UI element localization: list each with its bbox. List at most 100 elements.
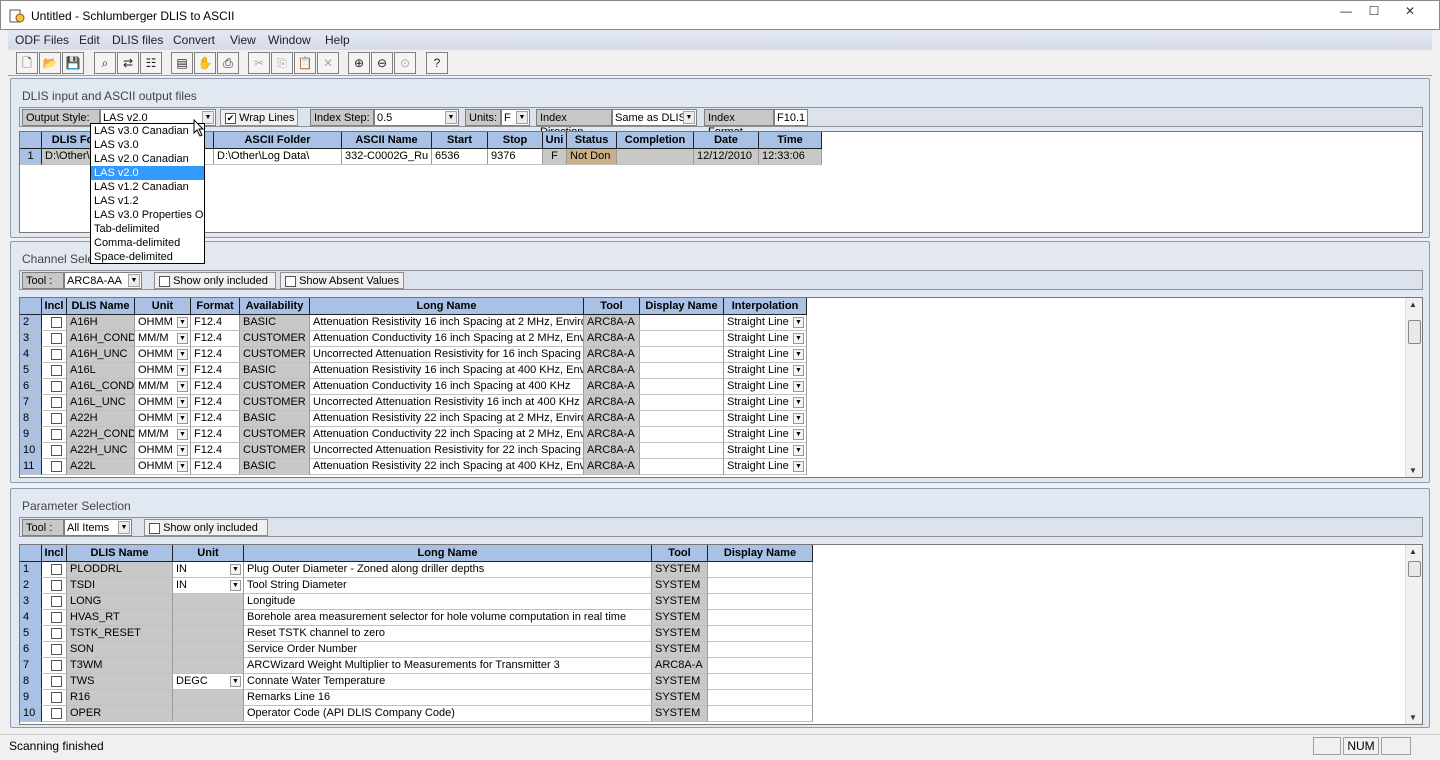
units-select[interactable]: F ▼ [501, 109, 530, 126]
incl-cell[interactable] [42, 642, 67, 658]
include-checkbox[interactable] [51, 316, 62, 328]
display-name-cell[interactable] [708, 658, 813, 674]
unit-cell[interactable] [173, 642, 244, 658]
include-checkbox[interactable] [51, 579, 62, 591]
chevron-down-icon[interactable]: ▼ [516, 111, 528, 124]
incl-cell[interactable] [42, 594, 67, 610]
format-cell[interactable]: F12.4 [191, 459, 240, 475]
format-cell[interactable]: F12.4 [191, 363, 240, 379]
unit-cell[interactable]: OHMM ▼ [135, 315, 191, 331]
show-absent-check[interactable] [285, 275, 296, 287]
include-checkbox[interactable] [51, 428, 62, 440]
scroll-down-icon[interactable]: ▼ [1409, 466, 1417, 475]
unit-cell[interactable] [173, 610, 244, 626]
include-checkbox[interactable] [51, 380, 62, 392]
format-cell[interactable]: F12.4 [191, 379, 240, 395]
unit-cell[interactable] [173, 658, 244, 674]
scroll-down-icon[interactable]: ▼ [1409, 713, 1417, 722]
menu-dlis-files[interactable]: DLIS files [112, 33, 163, 47]
display-name-cell[interactable] [708, 594, 813, 610]
chevron-down-icon[interactable]: ▼ [793, 349, 804, 360]
chevron-down-icon[interactable]: ▼ [445, 111, 457, 124]
unit-cell[interactable] [173, 594, 244, 610]
cut-button[interactable]: ✂ [248, 52, 270, 74]
incl-cell[interactable] [42, 610, 67, 626]
ascii-folder-cell[interactable]: D:\Other\Log Data\ [214, 149, 342, 165]
format-cell[interactable]: F12.4 [191, 427, 240, 443]
unit-cell[interactable]: DEGC ▼ [173, 674, 244, 690]
display-name-cell[interactable] [640, 459, 724, 475]
zoom-fit-button[interactable]: ⊙ [394, 52, 416, 74]
channel-show-included-check[interactable] [159, 275, 170, 287]
open-folder-button[interactable]: 📂 [39, 52, 61, 74]
chevron-down-icon[interactable]: ▼ [793, 429, 804, 440]
unit-cell[interactable]: OHMM ▼ [135, 395, 191, 411]
interpolation-cell[interactable]: Straight Line ▼ [724, 347, 807, 363]
unit-cell[interactable]: OHMM ▼ [135, 347, 191, 363]
display-name-cell[interactable] [708, 642, 813, 658]
unit-cell[interactable] [173, 626, 244, 642]
interpolation-cell[interactable]: Straight Line ▼ [724, 459, 807, 475]
menu-convert[interactable]: Convert [173, 33, 215, 47]
interpolation-cell[interactable]: Straight Line ▼ [724, 315, 807, 331]
interpolation-cell[interactable]: Straight Line ▼ [724, 363, 807, 379]
incl-cell[interactable] [42, 690, 67, 706]
incl-cell[interactable] [42, 395, 67, 411]
unit-cell[interactable]: OHMM ▼ [135, 363, 191, 379]
incl-cell[interactable] [42, 562, 67, 578]
index-direction-select[interactable]: Same as DLIS ▼ [612, 109, 697, 126]
output-style-option[interactable]: LAS v3.0 [91, 138, 204, 152]
parameter-show-included-checkbox[interactable]: Show only included [144, 519, 268, 536]
chevron-down-icon[interactable]: ▼ [793, 413, 804, 424]
save-button[interactable]: 💾 [62, 52, 84, 74]
zoom-out-button[interactable]: ⊖ [371, 52, 393, 74]
format-cell[interactable]: F12.4 [191, 443, 240, 459]
menu-view[interactable]: View [230, 33, 256, 47]
include-checkbox[interactable] [51, 412, 62, 424]
include-checkbox[interactable] [51, 332, 62, 344]
display-name-cell[interactable] [640, 331, 724, 347]
chevron-down-icon[interactable]: ▼ [793, 365, 804, 376]
unit-cell[interactable]: OHMM ▼ [135, 459, 191, 475]
chevron-down-icon[interactable]: ▼ [793, 381, 804, 392]
copy-button[interactable]: ⎘ [271, 52, 293, 74]
chevron-down-icon[interactable]: ▼ [118, 521, 130, 534]
scroll-up-icon[interactable]: ▲ [1409, 300, 1417, 309]
chevron-down-icon[interactable]: ▼ [793, 317, 804, 328]
parameter-show-included-check[interactable] [149, 522, 160, 534]
unit-cell[interactable]: IN ▼ [173, 578, 244, 594]
include-checkbox[interactable] [51, 563, 62, 575]
display-name-cell[interactable] [640, 379, 724, 395]
include-checkbox[interactable] [51, 396, 62, 408]
format-cell[interactable]: F12.4 [191, 315, 240, 331]
incl-cell[interactable] [42, 674, 67, 690]
minimize-button[interactable]: — [1332, 3, 1360, 21]
menu-edit[interactable]: Edit [79, 33, 100, 47]
display-name-cell[interactable] [708, 674, 813, 690]
include-checkbox[interactable] [51, 659, 62, 671]
display-name-cell[interactable] [640, 443, 724, 459]
display-name-cell[interactable] [640, 411, 724, 427]
chevron-down-icon[interactable]: ▼ [177, 349, 188, 360]
chevron-down-icon[interactable]: ▼ [177, 445, 188, 456]
parameter-scrollbar[interactable]: ▲ ▼ [1405, 545, 1422, 724]
channel-scrollbar[interactable]: ▲ ▼ [1405, 298, 1422, 477]
incl-cell[interactable] [42, 363, 67, 379]
output-style-option[interactable]: LAS v3.0 Canadian [91, 124, 204, 138]
scroll-thumb[interactable] [1408, 561, 1421, 577]
chevron-down-icon[interactable]: ▼ [177, 461, 188, 472]
output-style-option[interactable]: LAS v1.2 Canadian [91, 180, 204, 194]
display-name-cell[interactable] [640, 315, 724, 331]
new-file-button[interactable]: 🗋 [16, 52, 38, 74]
unit-cell[interactable]: MM/M ▼ [135, 331, 191, 347]
chevron-down-icon[interactable]: ▼ [177, 365, 188, 376]
chevron-down-icon[interactable]: ▼ [177, 333, 188, 344]
include-checkbox[interactable] [51, 707, 62, 719]
menu-odf-files[interactable]: ODF Files [15, 33, 69, 47]
preview-button[interactable]: ⎙ [217, 52, 239, 74]
wrap-lines-checkbox[interactable]: ✔ Wrap Lines [220, 109, 298, 126]
chevron-down-icon[interactable]: ▼ [793, 461, 804, 472]
show-absent-checkbox[interactable]: Show Absent Values [280, 272, 404, 289]
interpolation-cell[interactable]: Straight Line ▼ [724, 411, 807, 427]
chevron-down-icon[interactable]: ▼ [230, 676, 241, 687]
